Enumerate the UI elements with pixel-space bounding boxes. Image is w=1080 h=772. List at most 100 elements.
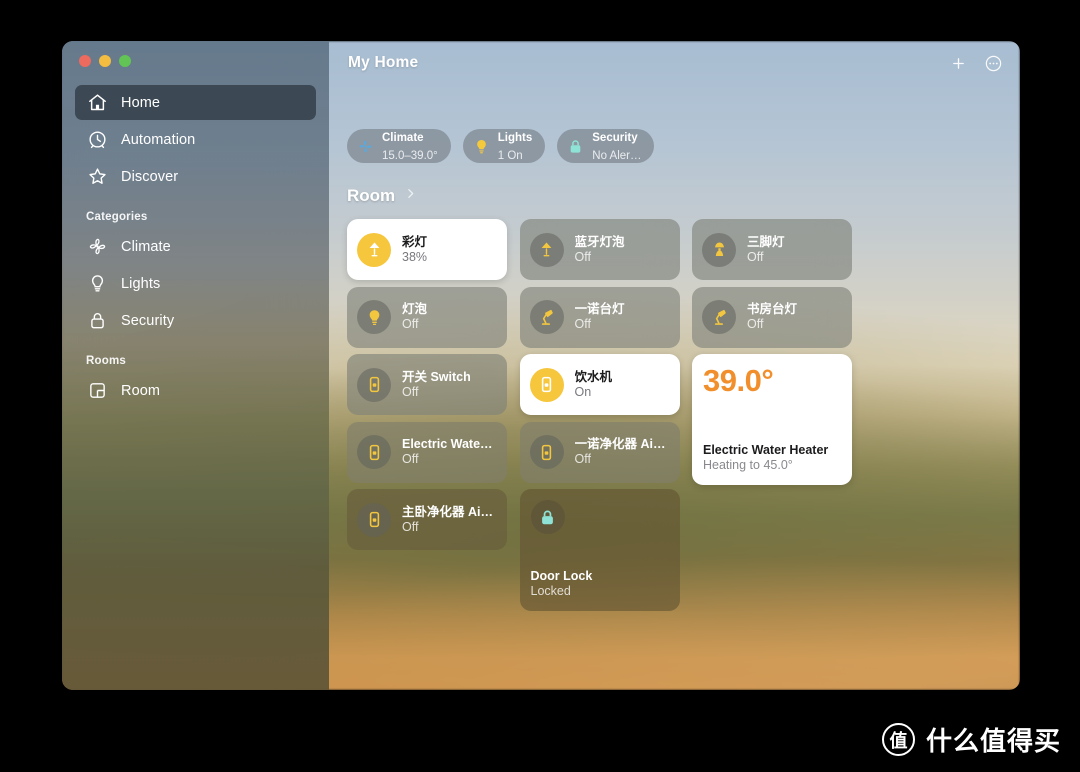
floor-lamp-icon: [357, 232, 391, 267]
lock-icon: [567, 138, 584, 155]
switch-icon: [357, 502, 391, 537]
sidebar-item-lights[interactable]: Lights: [75, 266, 316, 301]
sidebar-item-label: Security: [121, 312, 175, 329]
maximize-button[interactable]: [119, 55, 131, 67]
heater-name: Electric Water Heater: [703, 442, 829, 457]
status-chip-detail: No Aler…: [592, 150, 642, 162]
sidebar: Home Automation Discover Categories Clim…: [62, 41, 329, 690]
star-icon: [86, 166, 108, 188]
fan-icon: [357, 138, 374, 155]
sidebar-section-categories: Categories: [86, 211, 148, 223]
status-chip-name: Climate: [382, 131, 424, 144]
accessory-state: Off: [747, 317, 764, 331]
room-icon: [86, 380, 108, 402]
accessory-state: Off: [574, 452, 591, 466]
status-chip-detail: 15.0–39.0°: [382, 150, 438, 162]
accessory-tile[interactable]: 灯泡 Off: [347, 286, 507, 348]
switch-icon: [529, 435, 564, 469]
add-button[interactable]: [949, 54, 968, 73]
switch-icon: [529, 367, 564, 402]
accessory-name: 彩灯: [402, 234, 428, 249]
lock-status: Locked: [530, 584, 571, 599]
lock-icon: [86, 310, 108, 332]
accessory-tile[interactable]: 主卧净化器 Air… Off: [347, 489, 507, 550]
sidebar-item-label: Climate: [121, 238, 171, 255]
accessory-state: Off: [402, 384, 419, 399]
watermark-logo-icon: 值: [881, 723, 915, 756]
sidebar-item-discover[interactable]: Discover: [75, 159, 316, 194]
page-title: My Home: [348, 54, 419, 71]
table-lamp-icon: [702, 232, 736, 267]
accessory-state: Off: [402, 519, 419, 534]
lock-icon: [530, 500, 565, 534]
sidebar-item-home[interactable]: Home: [75, 85, 316, 120]
accessory-tile[interactable]: 饮水机 On: [519, 354, 680, 415]
accessory-name: 饮水机: [574, 369, 613, 384]
minimize-button[interactable]: [99, 55, 111, 67]
status-chip-security[interactable]: Security No Aler…: [557, 129, 655, 163]
close-button[interactable]: [79, 55, 91, 67]
clock-icon: [86, 129, 108, 151]
chevron-right-icon: [404, 187, 417, 205]
switch-icon: [357, 367, 391, 402]
fan-icon: [86, 236, 108, 258]
accessory-tile[interactable]: 一诺台灯 Off: [519, 286, 680, 348]
sidebar-item-label: Lights: [121, 275, 161, 292]
sidebar-item-climate[interactable]: Climate: [75, 229, 316, 264]
sidebar-item-automation[interactable]: Automation: [75, 122, 316, 157]
accessory-tile[interactable]: 一诺净化器 Air… Off: [519, 421, 680, 483]
accessory-state: Off: [574, 249, 591, 264]
accessory-state: 38%: [402, 249, 428, 264]
accessory-state: Off: [402, 317, 419, 331]
accessory-state: On: [574, 384, 592, 399]
status-chip-row: Climate 15.0–39.0° Lights 1 On Security …: [347, 129, 655, 163]
room-section-title: Room: [347, 186, 396, 205]
room-section-header[interactable]: Room: [347, 186, 417, 206]
status-chip-climate[interactable]: Climate 15.0–39.0°: [347, 129, 451, 163]
accessory-grid: 彩灯 38% 蓝牙灯泡 Off 三脚灯 Off 灯泡 Off 一诺台灯 Off 书房台灯 O…: [347, 219, 877, 619]
desk-lamp-icon: [702, 300, 736, 334]
sidebar-item-label: Automation: [121, 131, 196, 148]
accessory-state: Off: [747, 249, 764, 264]
sidebar-item-label: Room: [121, 382, 161, 399]
desk-lamp-icon: [529, 300, 564, 334]
accessory-tile[interactable]: 书房台灯 Off: [692, 286, 852, 348]
watermark: 值 什么值得买: [881, 721, 1061, 758]
status-chip-name: Security: [592, 131, 638, 144]
heater-temperature: 39.0°: [703, 363, 774, 398]
bulb-icon: [473, 138, 490, 155]
accessory-name: 开关 Switch: [402, 369, 471, 384]
accessory-name: 灯泡: [402, 302, 428, 316]
more-options-button[interactable]: [984, 54, 1003, 73]
floor-lamp-icon: [529, 232, 564, 267]
bulb-icon: [86, 273, 108, 295]
accessory-tile[interactable]: 开关 Switch Off: [347, 354, 507, 415]
switch-icon: [357, 435, 391, 469]
accessory-name: 一诺台灯: [574, 302, 625, 316]
tile-electric-water-heater[interactable]: 39.0° Electric Water Heater Heating to 4…: [692, 354, 852, 485]
app-window: Home Automation Discover Categories Clim…: [62, 41, 1020, 690]
status-chip-name: Lights: [497, 131, 533, 144]
lock-name: Door Lock: [530, 568, 593, 583]
watermark-text: 什么值得买: [925, 726, 1061, 756]
accessory-tile[interactable]: 蓝牙灯泡 Off: [519, 219, 680, 280]
accessory-name: 蓝牙灯泡: [574, 234, 625, 249]
accessory-name: 三脚灯: [747, 234, 785, 249]
accessory-name: Electric Water…: [402, 437, 497, 451]
sidebar-item-room[interactable]: Room: [75, 373, 316, 408]
sidebar-section-rooms: Rooms: [86, 355, 126, 367]
house-icon: [86, 92, 108, 114]
tile-door-lock[interactable]: Door Lock Locked: [519, 489, 680, 611]
sidebar-nav: Home Automation Discover Categories Clim…: [75, 85, 316, 410]
sidebar-item-label: Discover: [121, 168, 179, 185]
accessory-tile[interactable]: Electric Water… Off: [347, 421, 507, 483]
sidebar-item-security[interactable]: Security: [75, 303, 316, 338]
accessory-tile[interactable]: 三脚灯 Off: [692, 219, 852, 280]
accessory-name: 主卧净化器 Air…: [402, 504, 497, 519]
accessory-state: Off: [402, 452, 419, 466]
accessory-tile[interactable]: 彩灯 38%: [347, 219, 507, 280]
accessory-state: Off: [574, 317, 591, 331]
status-chip-lights[interactable]: Lights 1 On: [462, 129, 546, 163]
window-traffic-lights: [79, 55, 131, 67]
accessory-name: 书房台灯: [747, 302, 798, 316]
